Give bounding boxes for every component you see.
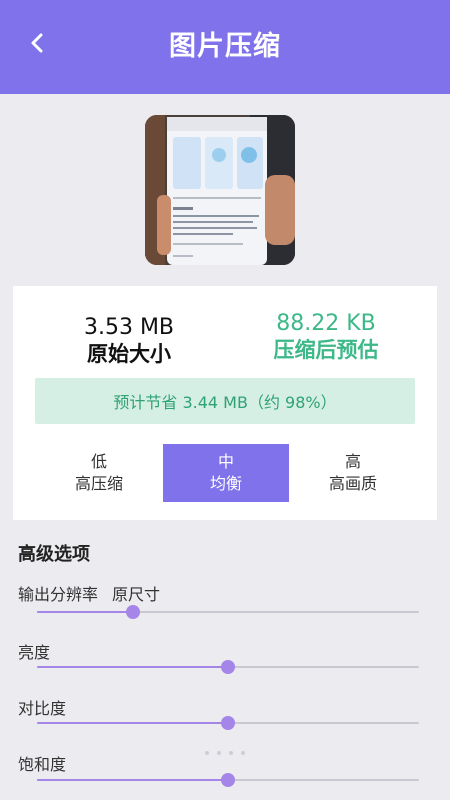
slider-thumb[interactable] <box>125 605 140 619</box>
page-indicator <box>205 751 245 757</box>
level-low-subtitle: 高压缩 <box>74 474 123 493</box>
page-dot <box>229 751 233 755</box>
original-size-label: 原始大小 <box>87 342 171 366</box>
level-low-option[interactable]: 低 高压缩 <box>36 444 162 502</box>
compressed-size-stat: 88.22 KB 压缩后预估 <box>251 311 401 363</box>
level-low-title: 低 <box>90 452 107 471</box>
original-size-value: 3.53 MB <box>83 315 175 340</box>
level-high-title: 高 <box>344 452 361 471</box>
level-medium-title: 中 <box>217 452 234 471</box>
saturation-slider[interactable] <box>37 773 419 787</box>
estimated-saving-banner: 预计节省 3.44 MB（约 98%） <box>35 378 415 424</box>
resolution-slider[interactable] <box>37 605 419 619</box>
compression-summary-card: 3.53 MB 原始大小 88.22 KB 压缩后预估 预计节省 3.44 MB… <box>13 286 437 520</box>
slider-fill <box>37 722 228 724</box>
brightness-slider[interactable] <box>37 660 419 674</box>
contrast-slider[interactable] <box>37 716 419 730</box>
level-high-subtitle: 高画质 <box>328 474 377 493</box>
level-medium-subtitle: 均衡 <box>209 474 242 493</box>
advanced-options-title: 高级选项 <box>18 544 90 565</box>
original-size-stat: 3.53 MB 原始大小 <box>69 315 189 367</box>
slider-fill <box>37 666 228 668</box>
compressed-size-value: 88.22 KB <box>276 311 376 336</box>
slider-thumb[interactable] <box>221 716 235 730</box>
page-dot <box>241 751 245 755</box>
level-high-option[interactable]: 高 高画质 <box>290 444 416 502</box>
resolution-label: 输出分辨率 <box>18 585 99 604</box>
image-preview[interactable] <box>145 115 295 265</box>
resolution-setting-label: 输出分辨率 原尺寸 <box>18 581 160 605</box>
compressed-size-label: 压缩后预估 <box>273 338 379 362</box>
preview-photo <box>145 115 295 265</box>
slider-thumb[interactable] <box>221 660 235 674</box>
app-header: 图片压缩 <box>0 0 450 94</box>
slider-thumb[interactable] <box>221 773 235 787</box>
page-title: 图片压缩 <box>169 31 281 62</box>
slider-fill <box>37 779 228 781</box>
page-dot <box>217 751 221 755</box>
level-medium-option[interactable]: 中 均衡 <box>163 444 289 502</box>
page-dot <box>205 751 209 755</box>
saturation-label: 饱和度 <box>18 755 67 774</box>
resolution-value: 原尺寸 <box>112 585 161 604</box>
slider-fill <box>37 611 133 613</box>
quality-level-selector: 低 高压缩 中 均衡 高 高画质 <box>13 444 437 502</box>
